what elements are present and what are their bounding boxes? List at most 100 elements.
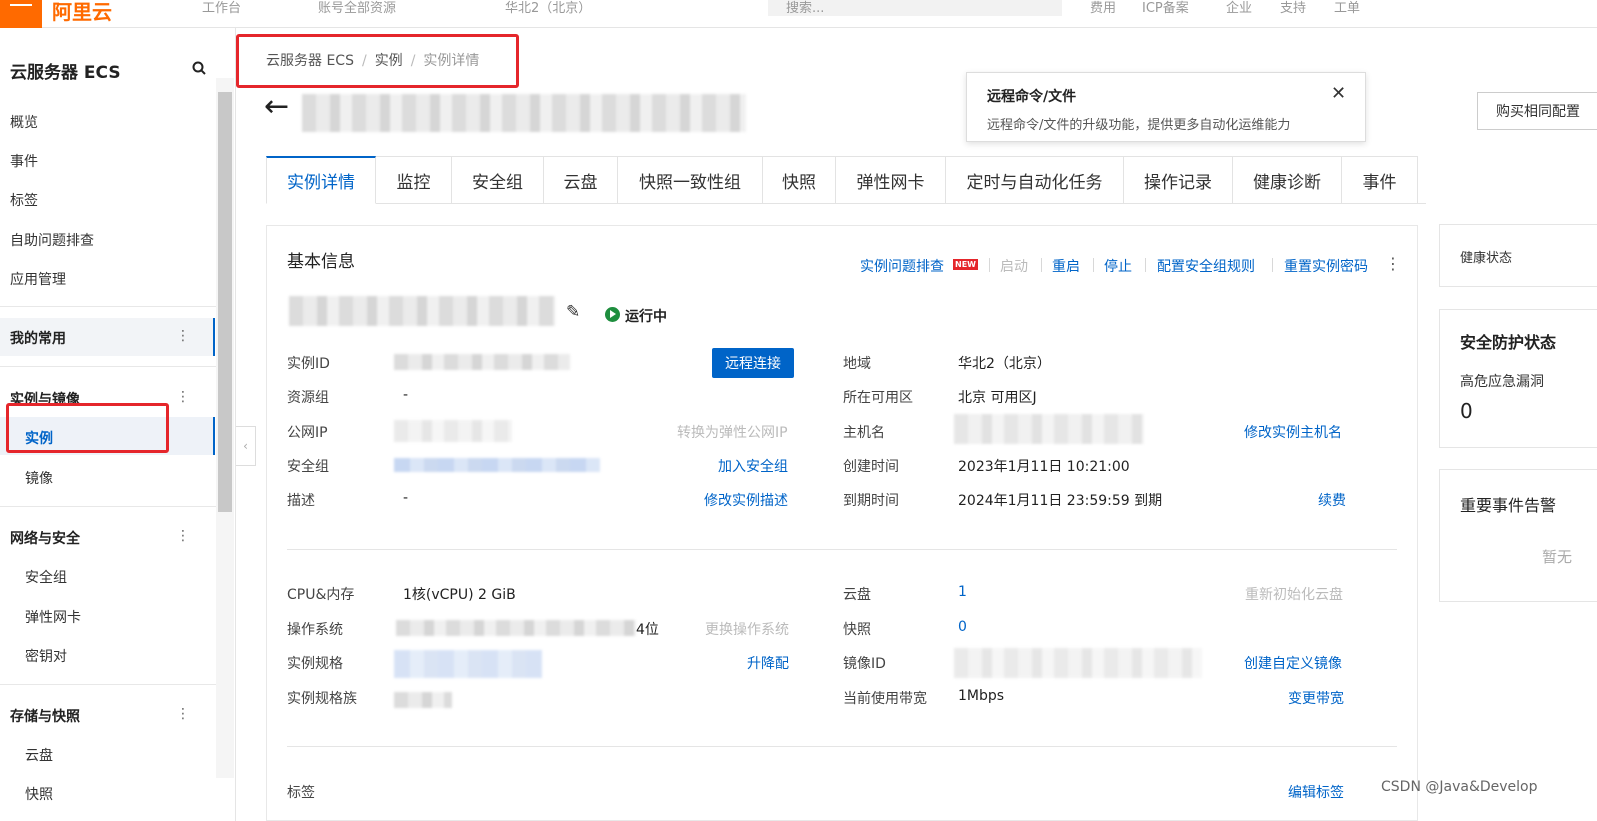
sidebar-item-snapshot[interactable]: 快照	[25, 784, 53, 804]
breadcrumb-instances[interactable]: 实例	[375, 53, 403, 69]
more-icon[interactable]: ⋮	[176, 528, 190, 544]
security-status-title: 安全防护状态	[1460, 333, 1557, 352]
events-alert-card: 重要事件告警 暂无	[1439, 469, 1597, 602]
edit-icon[interactable]: ✎	[566, 302, 580, 322]
label-region: 地域	[843, 356, 871, 372]
label-description: 描述	[287, 493, 315, 509]
sidebar-divider	[0, 506, 216, 507]
sidebar-item-app-management[interactable]: 应用管理	[10, 269, 66, 289]
tab-monitoring[interactable]: 监控	[376, 156, 452, 204]
start-button[interactable]: 启动	[1000, 256, 1028, 276]
status-badge: 运行中	[625, 309, 667, 325]
instance-alias-redacted	[289, 296, 555, 326]
value-created: 2023年1月11日 10:21:00	[958, 459, 1130, 475]
value-cpu-memory: 1核(vCPU) 2 GiB	[403, 587, 516, 603]
renew-link[interactable]: 续费	[1318, 490, 1346, 510]
top-ticket[interactable]: 工单	[1334, 0, 1360, 16]
resize-link[interactable]: 升降配	[747, 653, 789, 673]
remote-connect-button[interactable]: 远程连接	[712, 348, 794, 378]
sidebar-group-network-security[interactable]: 网络与安全	[10, 528, 80, 548]
collapse-sidebar-icon[interactable]: ‹	[236, 426, 256, 466]
back-arrow-icon[interactable]: ←	[264, 92, 289, 122]
sidebar-item-troubleshoot[interactable]: 自助问题排查	[10, 230, 94, 250]
sidebar-item-images[interactable]: 镜像	[25, 468, 53, 488]
reinit-disk-link[interactable]: 重新初始化云盘	[1245, 584, 1343, 604]
more-icon[interactable]: ⋮	[176, 706, 190, 722]
watermark: CSDN @Java&Develop	[1381, 779, 1538, 795]
change-os-link[interactable]: 更换操作系统	[705, 619, 789, 639]
label-public-ip: 公网IP	[287, 425, 328, 441]
more-icon[interactable]: ⋮	[176, 389, 190, 405]
security-group-redacted[interactable]	[394, 458, 600, 472]
action-separator	[1093, 258, 1094, 272]
tab-security-group[interactable]: 安全组	[452, 156, 544, 204]
hostname-redacted	[954, 414, 1144, 444]
tab-snapshot[interactable]: 快照	[763, 156, 836, 204]
create-custom-image-link[interactable]: 创建自定义镜像	[1244, 653, 1342, 673]
search-icon[interactable]	[192, 61, 206, 79]
sidebar-item-disk[interactable]: 云盘	[25, 745, 53, 765]
breadcrumb-ecs[interactable]: 云服务器 ECS	[266, 53, 354, 69]
top-enterprise[interactable]: 企业	[1226, 0, 1252, 16]
join-security-group-link[interactable]: 加入安全组	[718, 456, 788, 476]
value-disk[interactable]: 1	[958, 584, 967, 600]
top-search-input[interactable]: 搜索...	[768, 0, 1062, 16]
tab-disk[interactable]: 云盘	[544, 156, 618, 204]
buy-same-config-button[interactable]: 购买相同配置	[1477, 92, 1597, 130]
sidebar-group-my-common[interactable]: 我的常用	[10, 328, 66, 348]
instance-id-redacted	[394, 354, 570, 370]
health-status-card: 健康状态	[1439, 224, 1597, 287]
menu-icon[interactable]	[0, 0, 42, 28]
edit-description-link[interactable]: 修改实例描述	[704, 490, 788, 510]
stop-button[interactable]: 停止	[1104, 256, 1132, 276]
section-divider	[287, 746, 1397, 747]
troubleshoot-link[interactable]: 实例问题排查	[860, 256, 944, 276]
tab-instance-detail[interactable]: 实例详情	[266, 156, 376, 204]
more-actions-icon[interactable]: ⋮	[1385, 254, 1401, 273]
sidebar-item-overview[interactable]: 概览	[10, 112, 38, 132]
value-zone: 北京 可用区J	[958, 390, 1037, 406]
tab-events[interactable]: 事件	[1342, 156, 1418, 204]
instance-name-redacted	[302, 94, 746, 132]
tab-health-diagnosis[interactable]: 健康诊断	[1233, 156, 1342, 204]
sidebar-item-keypair[interactable]: 密钥对	[25, 646, 67, 666]
top-all-resources[interactable]: 账号全部资源	[318, 0, 396, 16]
value-bandwidth: 1Mbps	[958, 688, 1005, 704]
top-search-placeholder: 搜索...	[786, 1, 825, 16]
top-fees[interactable]: 费用	[1090, 0, 1116, 16]
sidebar-scroll-thumb[interactable]	[218, 92, 232, 512]
tab-operation-log[interactable]: 操作记录	[1124, 156, 1233, 204]
sidebar-item-eni[interactable]: 弹性网卡	[25, 607, 81, 627]
config-security-group-rules-link[interactable]: 配置安全组规则	[1157, 256, 1255, 276]
tab-scheduled-tasks[interactable]: 定时与自动化任务	[946, 156, 1124, 204]
health-status-label: 健康状态	[1460, 251, 1513, 266]
tab-snapshot-consistency-group[interactable]: 快照一致性组	[618, 156, 763, 204]
label-created: 创建时间	[843, 459, 899, 475]
top-icp[interactable]: ICP备案	[1142, 0, 1189, 16]
sidebar-group-storage-snapshots[interactable]: 存储与快照	[10, 706, 80, 726]
top-workbench[interactable]: 工作台	[202, 0, 241, 16]
sidebar-item-security-group[interactable]: 安全组	[25, 567, 67, 587]
close-icon[interactable]: ✕	[1331, 83, 1346, 104]
annotation-box-sidebar-instances	[6, 403, 169, 453]
convert-to-eip-link[interactable]: 转换为弹性公网IP	[677, 422, 788, 442]
sidebar-item-tags[interactable]: 标签	[10, 190, 38, 210]
action-separator	[1272, 258, 1273, 272]
edit-hostname-link[interactable]: 修改实例主机名	[1244, 422, 1342, 442]
more-icon[interactable]: ⋮	[176, 328, 190, 344]
label-hostname: 主机名	[843, 425, 885, 441]
restart-button[interactable]: 重启	[1052, 256, 1080, 276]
top-region[interactable]: 华北2（北京）	[505, 0, 591, 16]
value-snapshot[interactable]: 0	[958, 619, 967, 635]
label-image-id: 镜像ID	[843, 656, 886, 672]
top-support[interactable]: 支持	[1280, 0, 1306, 16]
tab-eni[interactable]: 弹性网卡	[836, 156, 946, 204]
sidebar-item-events[interactable]: 事件	[10, 151, 38, 171]
value-resource-group: -	[403, 387, 409, 403]
reset-password-link[interactable]: 重置实例密码	[1284, 256, 1368, 276]
change-bandwidth-link[interactable]: 变更带宽	[1288, 688, 1344, 708]
label-resource-group: 资源组	[287, 390, 329, 406]
edit-tags-link[interactable]: 编辑标签	[1288, 782, 1344, 802]
value-description: -	[403, 490, 409, 506]
aliyun-logo[interactable]: 阿里云	[52, 0, 112, 25]
